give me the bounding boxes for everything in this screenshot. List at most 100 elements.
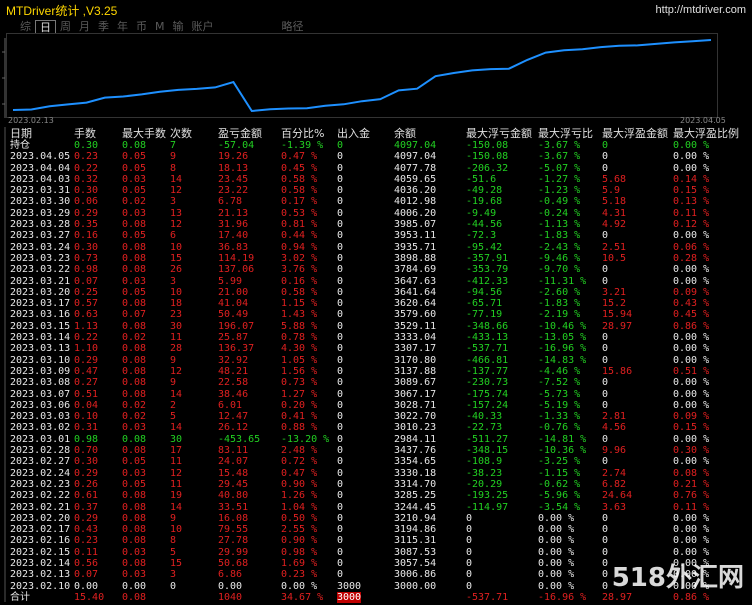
header-col-5[interactable]: 百分比% bbox=[281, 127, 324, 140]
table-row[interactable]: 2023.03.17 0.57 0.08 18 41.04 1.15 % 0 3620.64 -… bbox=[10, 298, 752, 309]
tab-3[interactable]: 月 bbox=[75, 20, 94, 34]
cell-col-10: 4.31 bbox=[602, 207, 627, 219]
table-row[interactable]: 2023.02.24 0.29 0.03 12 15.48 0.47 % 0 3330.18 -… bbox=[10, 468, 752, 479]
tab-5[interactable]: 年 bbox=[113, 20, 132, 34]
table-row[interactable]: 2023.03.27 0.16 0.05 6 17.40 0.44 % 0 3953.11 -7… bbox=[10, 230, 752, 241]
cell-col-1: 0.30 bbox=[74, 185, 99, 197]
cell-col-6: 0 bbox=[337, 377, 344, 389]
table-row[interactable]: 2023.03.01 0.98 0.08 30 -453.65 -13.20 % 0 2984… bbox=[10, 434, 752, 445]
table-row[interactable]: 2023.03.07 0.51 0.08 14 38.46 1.27 % 0 3067.17 -… bbox=[10, 389, 752, 400]
table-row[interactable]: 2023.03.31 0.30 0.05 12 23.22 0.58 % 0 4036.20 -… bbox=[10, 185, 752, 196]
cell-col-0: 2023.03.02 bbox=[10, 422, 71, 434]
header-col-2[interactable]: 最大手数 bbox=[122, 127, 166, 140]
cell-col-4: 18.13 bbox=[218, 162, 249, 174]
cell-col-8: 0 bbox=[466, 557, 473, 569]
table-row[interactable]: 2023.02.20 0.29 0.08 9 16.08 0.50 % 0 3210.94 0 0… bbox=[10, 513, 752, 524]
header-col-1[interactable]: 手数 bbox=[74, 127, 96, 140]
table-row[interactable]: 2023.02.16 0.23 0.08 8 27.78 0.90 % 0 3115.31 0 0… bbox=[10, 535, 752, 546]
table-row[interactable]: 2023.04.03 0.32 0.03 14 23.45 0.58 % 0 4059.65 -… bbox=[10, 174, 752, 185]
cell-col-6: 0 bbox=[337, 151, 344, 163]
cell-col-1: 0.27 bbox=[74, 377, 99, 389]
cell-col-0: 2023.03.14 bbox=[10, 332, 71, 344]
cell-col-3: 15 bbox=[170, 557, 183, 569]
cell-col-6: 0 bbox=[337, 546, 344, 558]
table-row[interactable]: 2023.03.28 0.35 0.08 12 31.96 0.81 % 0 3985.07 -… bbox=[10, 219, 752, 230]
table-row[interactable]: 2023.03.09 0.47 0.08 12 48.21 1.56 % 0 3137.88 -… bbox=[10, 366, 752, 377]
table-row[interactable]: 2023.04.05 0.23 0.05 9 19.26 0.47 % 0 4097.04 -1… bbox=[10, 151, 752, 162]
cell-col-7: 4059.65 bbox=[394, 173, 437, 185]
tab-10[interactable]: 略径 bbox=[278, 20, 308, 34]
cell-col-10: 15.86 bbox=[602, 365, 633, 377]
header-col-9[interactable]: 最大浮亏比 bbox=[538, 127, 593, 140]
header-col-3[interactable]: 次数 bbox=[170, 127, 192, 140]
tab-6[interactable]: 币 bbox=[132, 20, 151, 34]
table-row[interactable]: 2023.02.22 0.61 0.08 19 40.80 1.26 % 0 3285.25 -… bbox=[10, 490, 752, 501]
table-row[interactable]: 2023.02.23 0.26 0.05 11 29.45 0.90 % 0 3314.70 -… bbox=[10, 479, 752, 490]
cell-col-10: 5.18 bbox=[602, 196, 627, 208]
table-row[interactable]: 2023.03.29 0.29 0.03 13 21.13 0.53 % 0 4006.20 -… bbox=[10, 208, 752, 219]
cell-col-4: 23.45 bbox=[218, 173, 249, 185]
tab-0[interactable]: 综 bbox=[16, 20, 35, 34]
cell-col-1: 1.13 bbox=[74, 320, 99, 332]
table-row[interactable]: 2023.03.30 0.06 0.02 3 6.78 0.17 % 0 4012.98 -19… bbox=[10, 196, 752, 207]
cell-col-11: 0.09 % bbox=[673, 286, 710, 298]
table-row[interactable]: 2023.03.23 0.73 0.08 15 114.19 3.02 % 0 3898.88… bbox=[10, 253, 752, 264]
cell-col-9: -13.05 % bbox=[538, 332, 587, 344]
header-col-6[interactable]: 出入金 bbox=[337, 127, 370, 140]
table-row[interactable]: 2023.03.24 0.30 0.08 10 36.83 0.94 % 0 3935.71 -… bbox=[10, 242, 752, 253]
header-col-4[interactable]: 盈亏金额 bbox=[218, 127, 262, 140]
table-row[interactable]: 2023.03.02 0.31 0.03 14 26.12 0.88 % 0 3010.23 -… bbox=[10, 422, 752, 433]
hold-row[interactable]: 持仓 0.30 0.08 7 -57.04 -1.39 % 0 4097.04 -150.08 -… bbox=[10, 140, 752, 151]
cell-col-10: 0 bbox=[602, 433, 609, 445]
cell-col-9: 0.00 % bbox=[538, 569, 575, 581]
left-scroll-ruler[interactable] bbox=[0, 127, 6, 602]
cell-col-0: 2023.03.08 bbox=[10, 377, 71, 389]
cell-col-2: 0.08 bbox=[122, 365, 147, 377]
table-row[interactable]: 2023.03.20 0.25 0.05 10 21.00 0.58 % 0 3641.64 -… bbox=[10, 287, 752, 298]
cell-col-1: 0.29 bbox=[74, 207, 99, 219]
cell-col-0: 2023.03.20 bbox=[10, 286, 71, 298]
tab-7[interactable]: M bbox=[151, 20, 169, 34]
header-col-10[interactable]: 最大浮盈金额 bbox=[602, 127, 668, 140]
table-row[interactable]: 2023.02.27 0.30 0.05 11 24.07 0.72 % 0 3354.65 -… bbox=[10, 456, 752, 467]
table-row[interactable]: 2023.04.04 0.22 0.05 8 18.13 0.45 % 0 4077.78 -2… bbox=[10, 163, 752, 174]
header-col-0[interactable]: 日期 bbox=[10, 127, 32, 140]
table-row[interactable]: 2023.03.16 0.63 0.07 23 50.49 1.43 % 0 3579.60 -… bbox=[10, 309, 752, 320]
tab-1[interactable]: 日 bbox=[35, 20, 56, 34]
cell-col-11: 0.00 % bbox=[673, 535, 710, 547]
header-col-7[interactable]: 余额 bbox=[394, 127, 416, 140]
tab-4[interactable]: 季 bbox=[94, 20, 113, 34]
cell-col-4: 48.21 bbox=[218, 365, 249, 377]
cell-col-9: -1.83 % bbox=[538, 230, 581, 242]
table-row[interactable]: 2023.03.21 0.07 0.03 3 5.99 0.16 % 0 3647.63 -41… bbox=[10, 276, 752, 287]
cell-col-7: 2984.11 bbox=[394, 433, 437, 445]
cell-col-5: 0.58 % bbox=[281, 185, 318, 197]
table-row[interactable]: 2023.03.22 0.98 0.08 26 137.06 3.76 % 0 3784.69… bbox=[10, 264, 752, 275]
table-row[interactable]: 2023.03.03 0.10 0.02 5 12.47 0.41 % 0 3022.70 -4… bbox=[10, 411, 752, 422]
table-row[interactable]: 2023.02.28 0.70 0.08 17 83.11 2.48 % 0 3437.76 -… bbox=[10, 445, 752, 456]
tab-9[interactable]: 账户 bbox=[188, 20, 218, 34]
table-row[interactable]: 2023.02.17 0.43 0.08 10 79.55 2.55 % 0 3194.86 0… bbox=[10, 524, 752, 535]
cell-col-0: 2023.03.07 bbox=[10, 388, 71, 400]
cell-col-3: 17 bbox=[170, 445, 183, 457]
cell-col-8: -19.68 bbox=[466, 196, 503, 208]
table-row[interactable]: 2023.02.21 0.37 0.08 14 33.51 1.04 % 0 3244.45 -… bbox=[10, 502, 752, 513]
cell-col-6: 0 bbox=[337, 241, 344, 253]
header-col-11[interactable]: 最大浮盈比例 bbox=[673, 127, 739, 140]
table-row[interactable]: 2023.03.06 0.04 0.02 2 6.01 0.20 % 0 3028.71 -15… bbox=[10, 400, 752, 411]
table-row[interactable]: 2023.03.08 0.27 0.08 9 22.58 0.73 % 0 3089.67 -2… bbox=[10, 377, 752, 388]
table-row[interactable]: 2023.03.10 0.29 0.08 9 32.92 1.05 % 0 3170.80 -4… bbox=[10, 355, 752, 366]
table-row[interactable]: 2023.03.15 1.13 0.08 30 196.07 5.88 % 0 3529.11… bbox=[10, 321, 752, 332]
table-row[interactable]: 2023.03.13 1.10 0.08 28 136.37 4.30 % 0 3307.17… bbox=[10, 343, 752, 354]
header-col-8[interactable]: 最大浮亏金额 bbox=[466, 127, 532, 140]
cell-col-11: 0.00 % bbox=[673, 162, 710, 174]
cell-col-0: 2023.03.31 bbox=[10, 185, 71, 197]
table-row[interactable]: 2023.03.14 0.22 0.02 11 25.87 0.78 % 0 3333.04 -… bbox=[10, 332, 752, 343]
tab-8[interactable]: 输 bbox=[169, 20, 188, 34]
tab-2[interactable]: 周 bbox=[56, 20, 75, 34]
cell-col-11: 0.00 % bbox=[673, 456, 710, 468]
site-url[interactable]: http://mtdriver.com bbox=[656, 4, 746, 16]
cell-col-0: 2023.03.03 bbox=[10, 411, 71, 423]
cell-col-11: 0.11 % bbox=[673, 501, 710, 513]
cell-col-1: 0.26 bbox=[74, 478, 99, 490]
